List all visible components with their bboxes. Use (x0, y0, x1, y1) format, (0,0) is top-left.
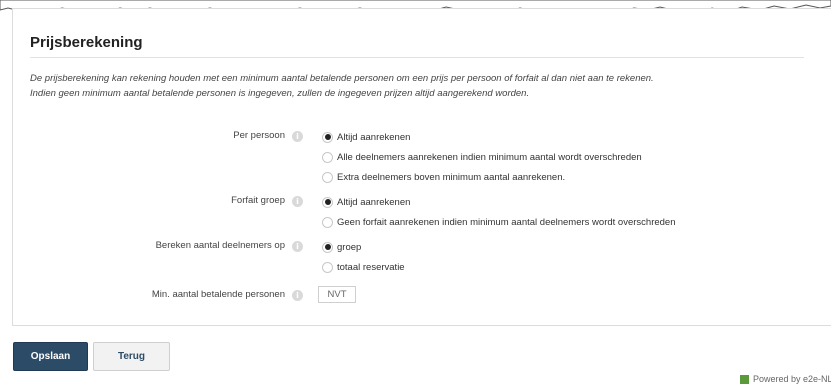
option-label: Geen forfait aanrekenen indien minimum a… (337, 216, 676, 228)
description-line-1: De prijsberekening kan rekening houden m… (30, 73, 654, 84)
option-label: totaal reservatie (337, 261, 405, 273)
option-label: Extra deelnemers boven minimum aantal aa… (337, 171, 566, 183)
option-label: groep (337, 241, 362, 253)
per-persoon-option-alle[interactable]: Alle deelnemers aanrekenen indien minimu… (322, 150, 642, 164)
radio-button[interactable] (322, 196, 333, 208)
bereken-info-icon[interactable]: i (292, 241, 303, 252)
pricing-panel (12, 8, 831, 326)
forfait-groep-option-geen[interactable]: Geen forfait aanrekenen indien minimum a… (322, 215, 676, 229)
bereken-option-groep[interactable]: groep (322, 240, 361, 254)
description-line-2: Indien geen minimum aantal betalende per… (30, 88, 530, 99)
bereken-option-totaal[interactable]: totaal reservatie (322, 260, 405, 274)
back-button[interactable]: Terug (93, 342, 170, 371)
title-divider (30, 57, 804, 58)
radio-button[interactable] (322, 171, 333, 183)
option-label: Altijd aanrekenen (337, 196, 411, 208)
save-button[interactable]: Opslaan (13, 342, 88, 371)
radio-button[interactable] (322, 241, 333, 253)
radio-button[interactable] (322, 131, 333, 143)
radio-button[interactable] (322, 216, 333, 228)
per-persoon-info-icon[interactable]: i (292, 131, 303, 142)
section-description: De prijsberekening kan rekening houden m… (30, 71, 810, 101)
forfait-groep-option-altijd[interactable]: Altijd aanrekenen (322, 195, 410, 209)
section-title: Prijsberekening (30, 34, 143, 51)
min-betalend-input[interactable]: NVT (318, 286, 356, 303)
bereken-label: Bereken aantal deelnemers op (155, 240, 285, 251)
per-persoon-option-extra[interactable]: Extra deelnemers boven minimum aantal aa… (322, 170, 565, 184)
radio-button[interactable] (322, 261, 333, 273)
radio-button[interactable] (322, 151, 333, 163)
option-label: Altijd aanrekenen (337, 131, 411, 143)
min-betalend-label: Min. aantal betalende personen (151, 289, 285, 300)
forfait-groep-info-icon[interactable]: i (292, 196, 303, 207)
min-betalend-info-icon[interactable]: i (292, 290, 303, 301)
per-persoon-label: Per persoon (233, 130, 285, 141)
per-persoon-option-altijd[interactable]: Altijd aanrekenen (322, 130, 410, 144)
forfait-groep-label: Forfait groep (231, 195, 285, 206)
logo-icon (740, 374, 749, 384)
option-label: Alle deelnemers aanrekenen indien minimu… (337, 151, 642, 163)
